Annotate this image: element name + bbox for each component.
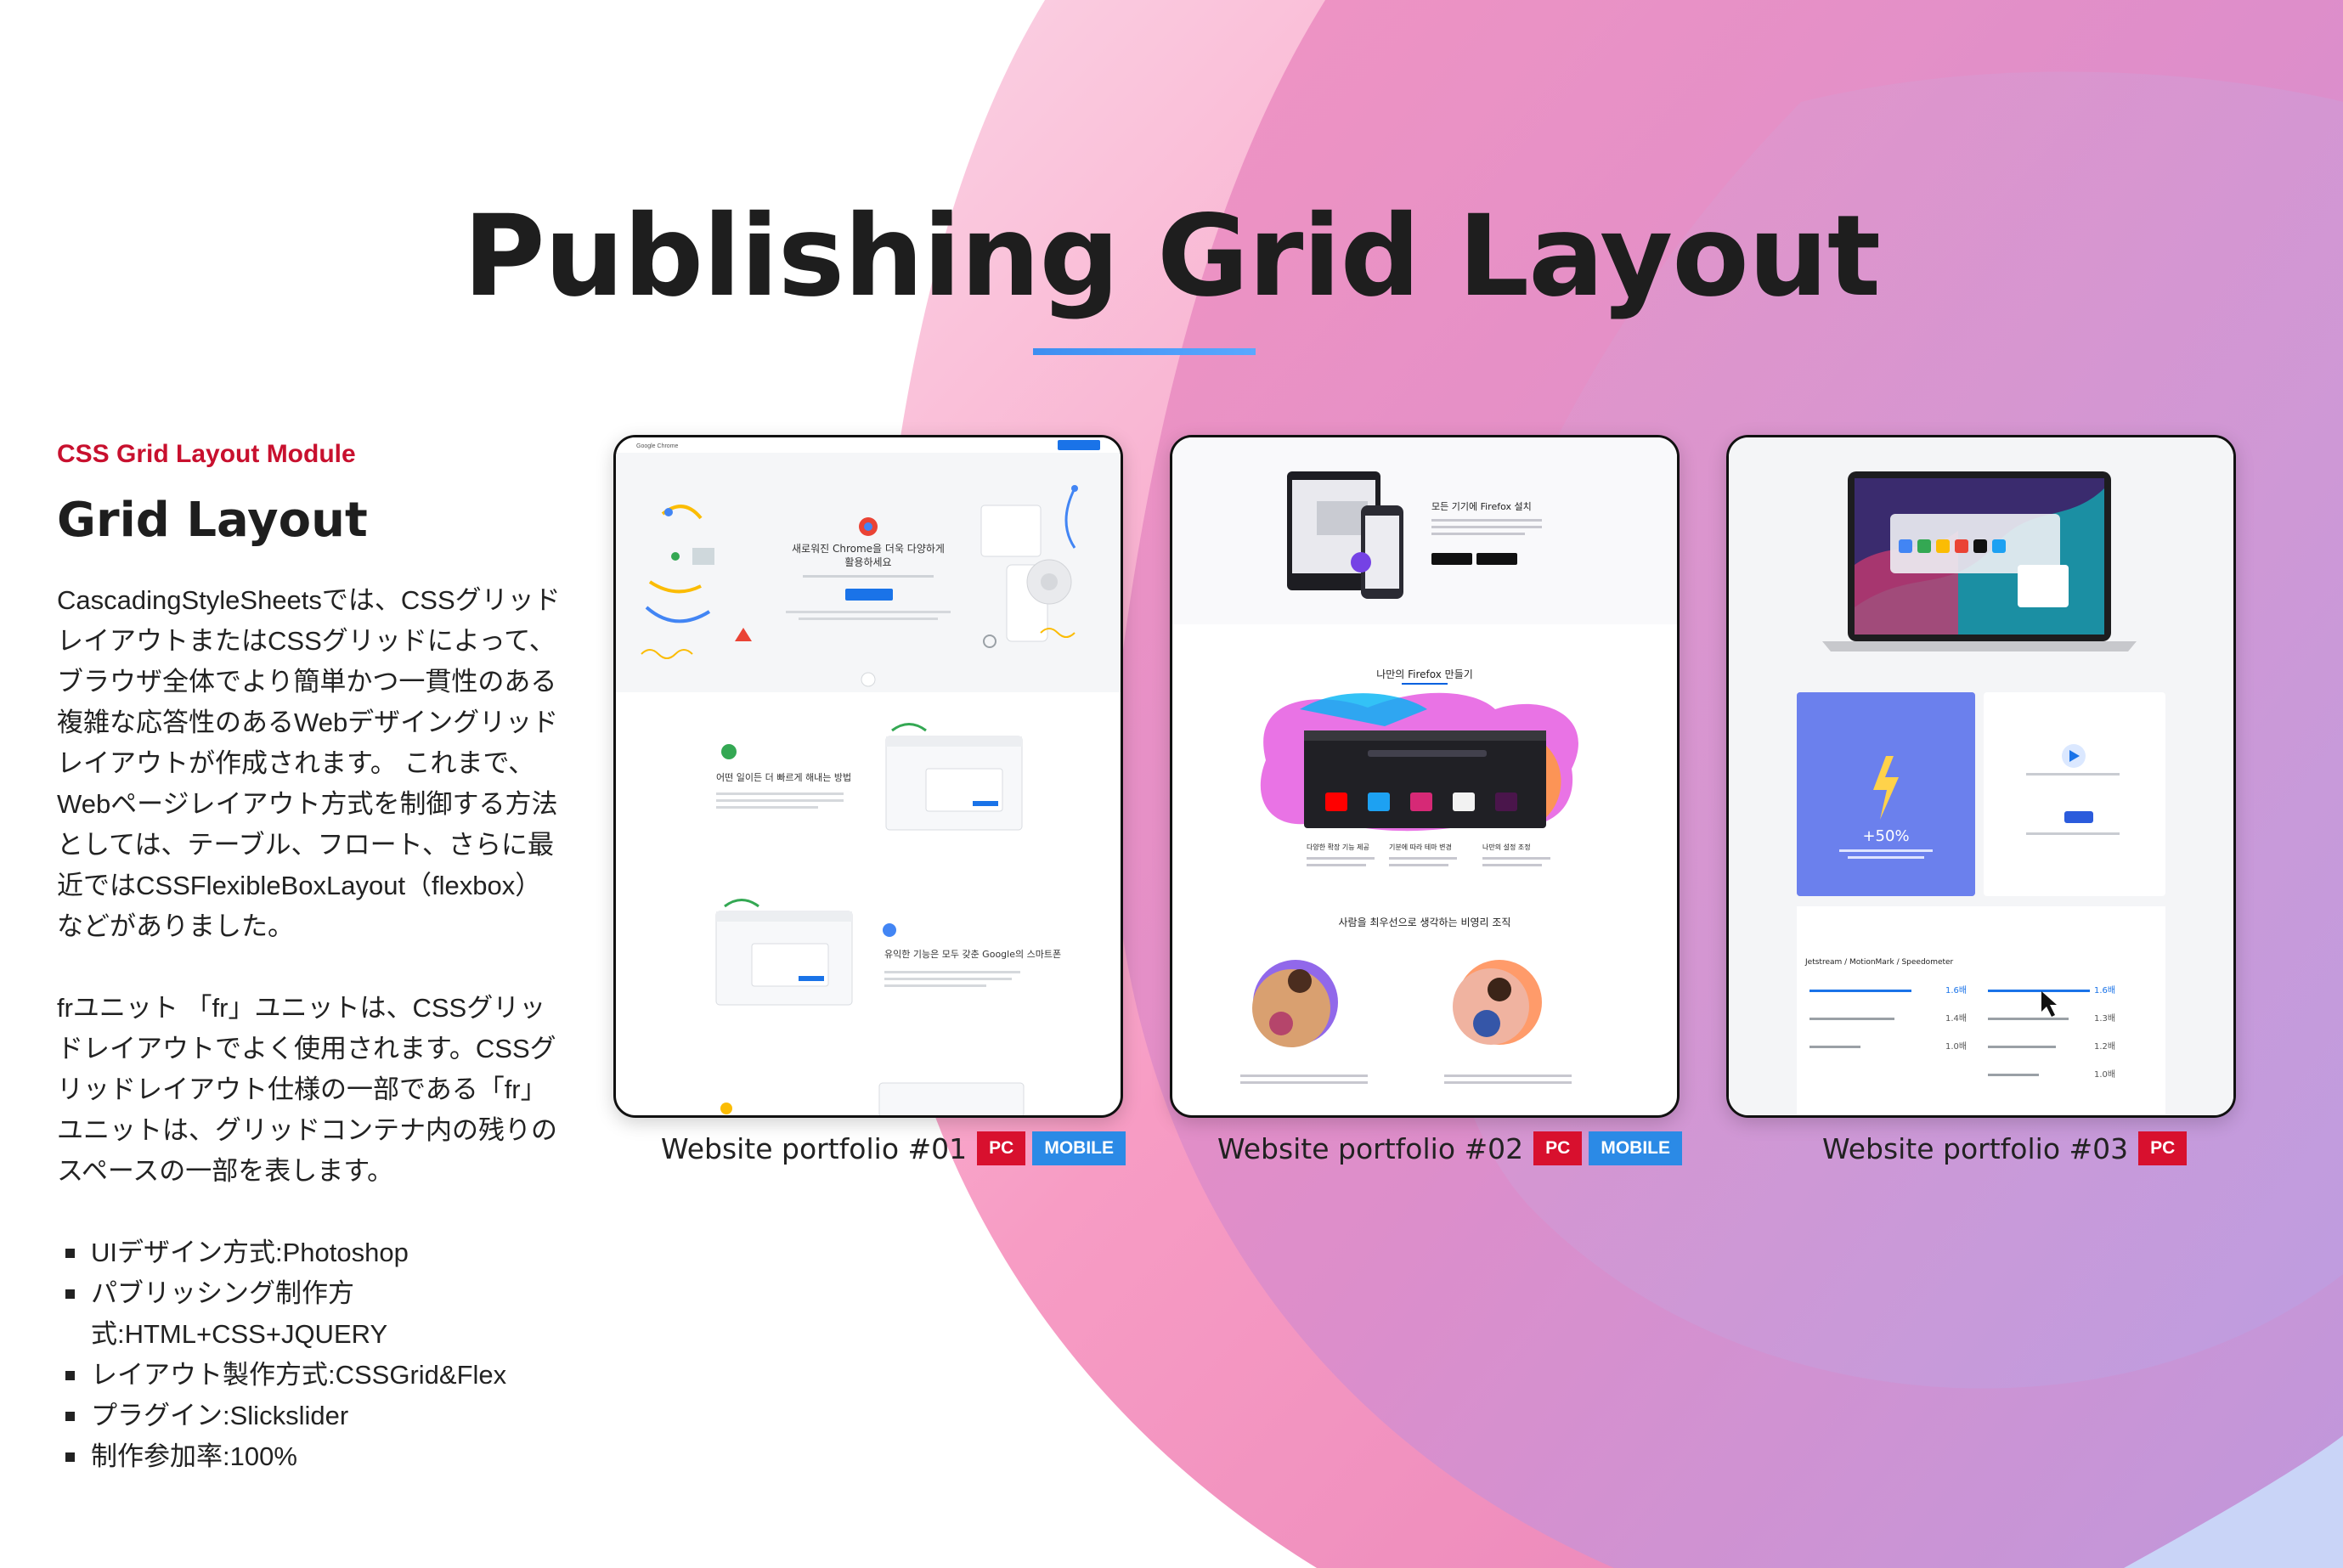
pc-tag[interactable]: PC (2138, 1131, 2188, 1165)
caption-text[interactable]: Website portfolio #03 (1822, 1132, 2128, 1165)
preview-stat: +50% (1862, 827, 1909, 845)
preview-v6: 1.2배 (2094, 1041, 2115, 1052)
spec-item: パブリッシング制作方式:HTML+CSS+JQUERY (57, 1273, 567, 1355)
portfolio-card-03[interactable]: +50% Jetstream / MotionMark / Speedomete… (1726, 435, 2236, 1118)
preview-v4: 1.6배 (2094, 985, 2115, 996)
mobile-tag[interactable]: MOBILE (1589, 1131, 1683, 1165)
chrome-speed-site-preview: +50% Jetstream / MotionMark / Speedomete… (1729, 437, 2233, 1115)
preview-col-3: 나만의 설정 조정 (1482, 843, 1531, 851)
preview-col-1: 다양한 확장 기능 제공 (1307, 843, 1369, 851)
spec-item: レイアウト製作方式:CSSGrid&Flex (57, 1355, 567, 1396)
page-title: Publishing Grid Layout (463, 191, 1881, 322)
spec-item: 制作参加率:100% (57, 1436, 567, 1477)
spec-item: プラグイン:Slickslider (57, 1396, 567, 1436)
spec-item: UIデザイン方式:Photoshop (57, 1232, 567, 1273)
title-underline (1033, 348, 1256, 355)
preview-hero-line-1: 새로워진 Chrome을 더욱 다양하게 (792, 543, 945, 555)
firefox-site-preview: 모든 기기에 Firefox 설치 나만의 Firefox 만들기 다양한 확장… (1172, 437, 1677, 1084)
preview-hero-line-2: 활용하세요 (844, 556, 891, 568)
chrome-site-preview: Google Chrome 새로워진 Chrome을 더욱 다양하게 활용하세요… (616, 437, 1121, 1115)
preview-section-2: 유익한 기능은 모두 갖춘 Google의 스마트폰 (884, 949, 1061, 960)
preview-hero: 모든 기기에 Firefox 설치 (1431, 501, 1532, 512)
mobile-tag[interactable]: MOBILE (1032, 1131, 1126, 1165)
fr-unit-paragraph: frユニット 「fr」ユニットは、CSSグリッドレイアウトでよく使用されます。C… (57, 993, 557, 1186)
pc-tag[interactable]: PC (977, 1131, 1026, 1165)
module-label: CSS Grid Layout Module (57, 440, 356, 468)
portfolio-caption-03: Website portfolio #03 PC (1822, 1130, 2188, 1167)
preview-v5: 1.3배 (2094, 1013, 2115, 1024)
caption-text[interactable]: Website portfolio #02 (1217, 1132, 1523, 1165)
preview-col-2: 기분에 따라 테마 변경 (1389, 843, 1452, 851)
spec-list: UIデザイン方式:Photoshop パブリッシング制作方式:HTML+CSS+… (57, 1232, 567, 1477)
portfolio-card-01[interactable]: Google Chrome 새로워진 Chrome을 더욱 다양하게 활용하세요… (613, 435, 1123, 1118)
description-paragraph: CascadingStyleSheetsでは、CSSグリッドレイアウトまたはCS… (57, 585, 561, 941)
portfolio-card-02[interactable]: 모든 기기에 Firefox 설치 나만의 Firefox 만들기 다양한 확장… (1170, 435, 1680, 1118)
preview-heading-1: 나만의 Firefox 만들기 (1376, 668, 1473, 680)
preview-section-1: 어떤 일이든 더 빠르게 해내는 방법 (716, 771, 851, 783)
caption-text[interactable]: Website portfolio #01 (661, 1132, 967, 1165)
portfolio-caption-02: Website portfolio #02 PC MOBILE (1217, 1130, 1683, 1167)
preview-v1: 1.6배 (1945, 985, 1967, 996)
preview-v3: 1.0배 (1945, 1041, 1967, 1052)
portfolio-caption-01: Website portfolio #01 PC MOBILE (661, 1130, 1126, 1167)
preview-brand: Google Chrome (636, 443, 679, 449)
preview-v2: 1.4배 (1945, 1013, 1967, 1024)
pc-tag[interactable]: PC (1533, 1131, 1583, 1165)
intro-column: CSS Grid Layout Module Grid Layout Casca… (57, 440, 567, 1477)
preview-bench-title: Jetstream / MotionMark / Speedometer (1804, 958, 1954, 967)
preview-v7: 1.0배 (2094, 1069, 2115, 1080)
section-heading: Grid Layout (57, 493, 368, 548)
preview-heading-2: 사람을 최우선으로 생각하는 비영리 조직 (1339, 917, 1511, 928)
